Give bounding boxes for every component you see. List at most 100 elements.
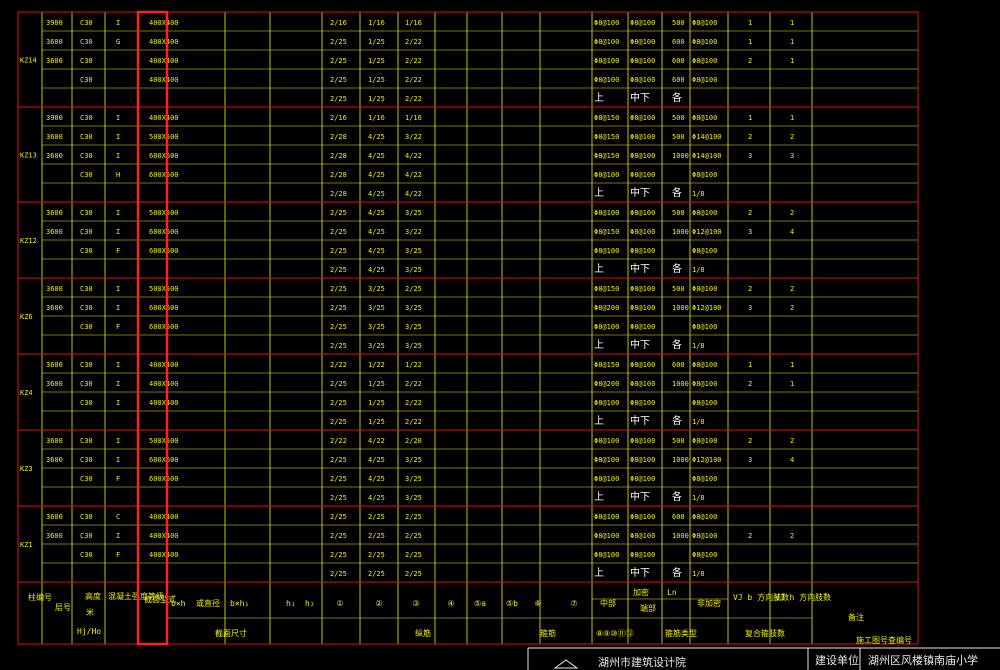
table-cell: 1/25 — [368, 95, 385, 103]
table-cell: 4/25 — [368, 475, 385, 483]
table-cell: Φ8@150 — [594, 228, 619, 236]
table-cell: Φ8@100 — [630, 247, 655, 255]
table-cell: 3 — [748, 456, 752, 464]
table-cell: 2/25 — [330, 418, 347, 426]
column-id-label: KZ4 — [20, 389, 33, 397]
table-cell: 3 — [748, 152, 752, 160]
table-cell: 400X400 — [149, 361, 179, 369]
table-cell: 500 — [672, 19, 685, 27]
column-id-label: KZ12 — [20, 237, 37, 245]
table-cell: 中下 — [630, 338, 650, 351]
table-cell: 3600 — [46, 513, 63, 521]
table-cell: Φ8@100 — [692, 57, 717, 65]
table-cell: 2/22 — [405, 57, 422, 65]
table-cell: 中下 — [630, 262, 650, 275]
table-cell: 1/25 — [368, 380, 385, 388]
table-cell: 600X600 — [149, 456, 179, 464]
table-cell: 1 — [790, 57, 794, 65]
table-cell: 4/25 — [368, 133, 385, 141]
table-cell: 2/22 — [405, 38, 422, 46]
table-cell: Φ8@100 — [630, 532, 655, 540]
table-cell: Φ8@100 — [630, 456, 655, 464]
table-cell: Φ8@100 — [630, 323, 655, 331]
table-cell: Φ8@100 — [692, 285, 717, 293]
bar-2-header: ② — [375, 599, 382, 608]
table-cell: 2/22 — [405, 418, 422, 426]
table-cell: C30 — [80, 133, 93, 141]
table-cell: Φ8@100 — [692, 437, 717, 445]
table-cell: 3/25 — [368, 285, 385, 293]
table-cell: 1000 — [672, 304, 689, 312]
table-cell: 2/25 — [330, 380, 347, 388]
normal-zone-header: 非加密 — [697, 598, 721, 608]
table-cell: 2/28 — [330, 133, 347, 141]
table-cell: 3600 — [46, 532, 63, 540]
table-cell: 400X400 — [149, 399, 179, 407]
table-cell: 1/16 — [368, 114, 385, 122]
bar-3-header: ③ — [412, 599, 419, 608]
table-cell: I — [116, 19, 120, 27]
table-cell: Φ8@200 — [594, 380, 619, 388]
stirrup-title: 箍筋 — [540, 628, 556, 638]
table-cell: Φ8@100 — [692, 551, 717, 559]
table-cell: 2 — [790, 532, 794, 540]
h2-header: h₂ — [305, 599, 315, 608]
stirrup-group-header: ⑧⑨⑩⑪⑫ — [596, 629, 634, 638]
table-cell: 1/8 — [692, 494, 705, 502]
table-cell: I — [116, 133, 120, 141]
table-cell: Φ8@100 — [630, 437, 655, 445]
table-cell: Φ8@100 — [692, 361, 717, 369]
table-cell: Φ8@150 — [594, 285, 619, 293]
table-cell: I — [116, 285, 120, 293]
table-cell: Φ8@100 — [692, 475, 717, 483]
table-cell: C30 — [80, 228, 93, 236]
table-cell: 中下 — [630, 186, 650, 199]
unit-value: 湖州区风楼镇南庙小学 — [868, 653, 978, 667]
table-cell: C30 — [80, 551, 93, 559]
table-cell: 1000 — [672, 456, 689, 464]
table-cell: Φ8@100 — [630, 513, 655, 521]
table-cell: 3600 — [46, 285, 63, 293]
middle-header: 中部 — [600, 598, 616, 608]
cad-drawing-canvas[interactable]: KZ143900 C30 I 400X400 2/16 1/16 1/16 Φ8@100 Φ8@… — [0, 0, 1000, 670]
table-cell: 2/28 — [330, 171, 347, 179]
table-cell: 2/22 — [405, 399, 422, 407]
table-cell: 4/25 — [368, 190, 385, 198]
table-cell: Φ8@150 — [594, 114, 619, 122]
table-cell: 3 — [748, 228, 752, 236]
table-cell: 中下 — [630, 566, 650, 579]
column-id-label: KZ3 — [20, 465, 33, 473]
table-cell: C30 — [80, 114, 93, 122]
column-id-label: KZ13 — [20, 152, 37, 160]
table-cell: I — [116, 361, 120, 369]
table-cell: 3600 — [46, 209, 63, 217]
table-cell: 各 — [672, 338, 682, 351]
bar-1-header: ① — [336, 599, 343, 608]
table-cell: F — [116, 551, 120, 559]
table-cell: G — [116, 38, 120, 46]
table-cell: Φ8@100 — [630, 551, 655, 559]
dense-zone-header: 加密 — [633, 587, 649, 597]
table-cell: 1/25 — [368, 76, 385, 84]
table-cell: C30 — [80, 247, 93, 255]
table-cell: 2/25 — [368, 513, 385, 521]
floor-header: 层号 — [55, 603, 71, 612]
table-cell: 500 — [672, 114, 685, 122]
table-cell: 2/25 — [330, 532, 347, 540]
table-cell: 3/25 — [405, 342, 422, 350]
table-cell: 1/16 — [405, 19, 422, 27]
table-cell: 500X500 — [149, 285, 179, 293]
table-cell: 2/25 — [405, 285, 422, 293]
table-cell: 1 — [748, 19, 752, 27]
height-header: 高度 — [85, 591, 101, 601]
table-cell: 3/25 — [405, 456, 422, 464]
table-cell: Φ8@100 — [692, 532, 717, 540]
table-cell: 600X600 — [149, 228, 179, 236]
table-cell: 2 — [748, 57, 752, 65]
table-cell: 600X600 — [149, 152, 179, 160]
table-cell: 2/25 — [330, 38, 347, 46]
table-cell: 600 — [672, 76, 685, 84]
bar-4-header: ④ — [447, 599, 454, 608]
table-cell: 1/25 — [368, 399, 385, 407]
table-cell: 1000 — [672, 152, 689, 160]
